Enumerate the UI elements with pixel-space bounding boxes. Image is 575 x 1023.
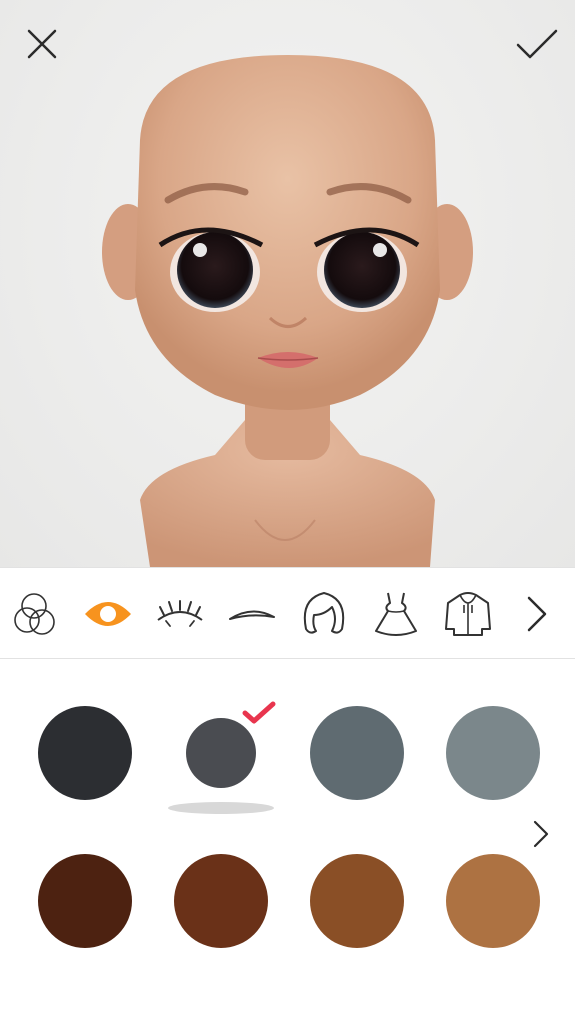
eyebrow-icon: [229, 610, 275, 620]
chevron-right-icon: [527, 596, 547, 632]
hair-icon: [303, 592, 345, 634]
next-palette-button[interactable]: [526, 816, 556, 852]
confirm-button[interactable]: [513, 20, 561, 68]
tab-eyelashes[interactable]: [150, 584, 210, 644]
tab-hoodie[interactable]: [438, 584, 498, 644]
tab-eyes[interactable]: [78, 584, 138, 644]
checkmark-icon: [516, 29, 558, 59]
selected-check-icon: [242, 701, 276, 724]
category-toolbar: [0, 567, 575, 659]
color-swatch[interactable]: [38, 854, 132, 948]
chevron-right-icon: [533, 820, 549, 848]
overlapping-circles-icon: [14, 593, 55, 635]
eyelashes-icon: [157, 600, 203, 627]
next-category-button[interactable]: [512, 584, 562, 644]
color-swatch[interactable]: [310, 706, 404, 800]
color-swatch[interactable]: [38, 706, 132, 800]
close-icon: [27, 29, 57, 59]
avatar-image: [102, 55, 473, 567]
color-swatch-selected[interactable]: [186, 718, 256, 788]
dress-icon: [375, 592, 417, 636]
selected-swatch-shadow: [168, 802, 274, 814]
hoodie-icon: [445, 592, 491, 636]
eye-icon: [85, 602, 131, 626]
tab-hair[interactable]: [294, 584, 354, 644]
avatar-preview: [0, 0, 575, 567]
color-swatch[interactable]: [310, 854, 404, 948]
color-swatch[interactable]: [446, 706, 540, 800]
tab-skin-tone[interactable]: [6, 584, 66, 644]
tab-eyebrows[interactable]: [222, 584, 282, 644]
tab-dress[interactable]: [366, 584, 426, 644]
color-swatch[interactable]: [174, 854, 268, 948]
close-button[interactable]: [18, 20, 66, 68]
color-swatch[interactable]: [446, 854, 540, 948]
